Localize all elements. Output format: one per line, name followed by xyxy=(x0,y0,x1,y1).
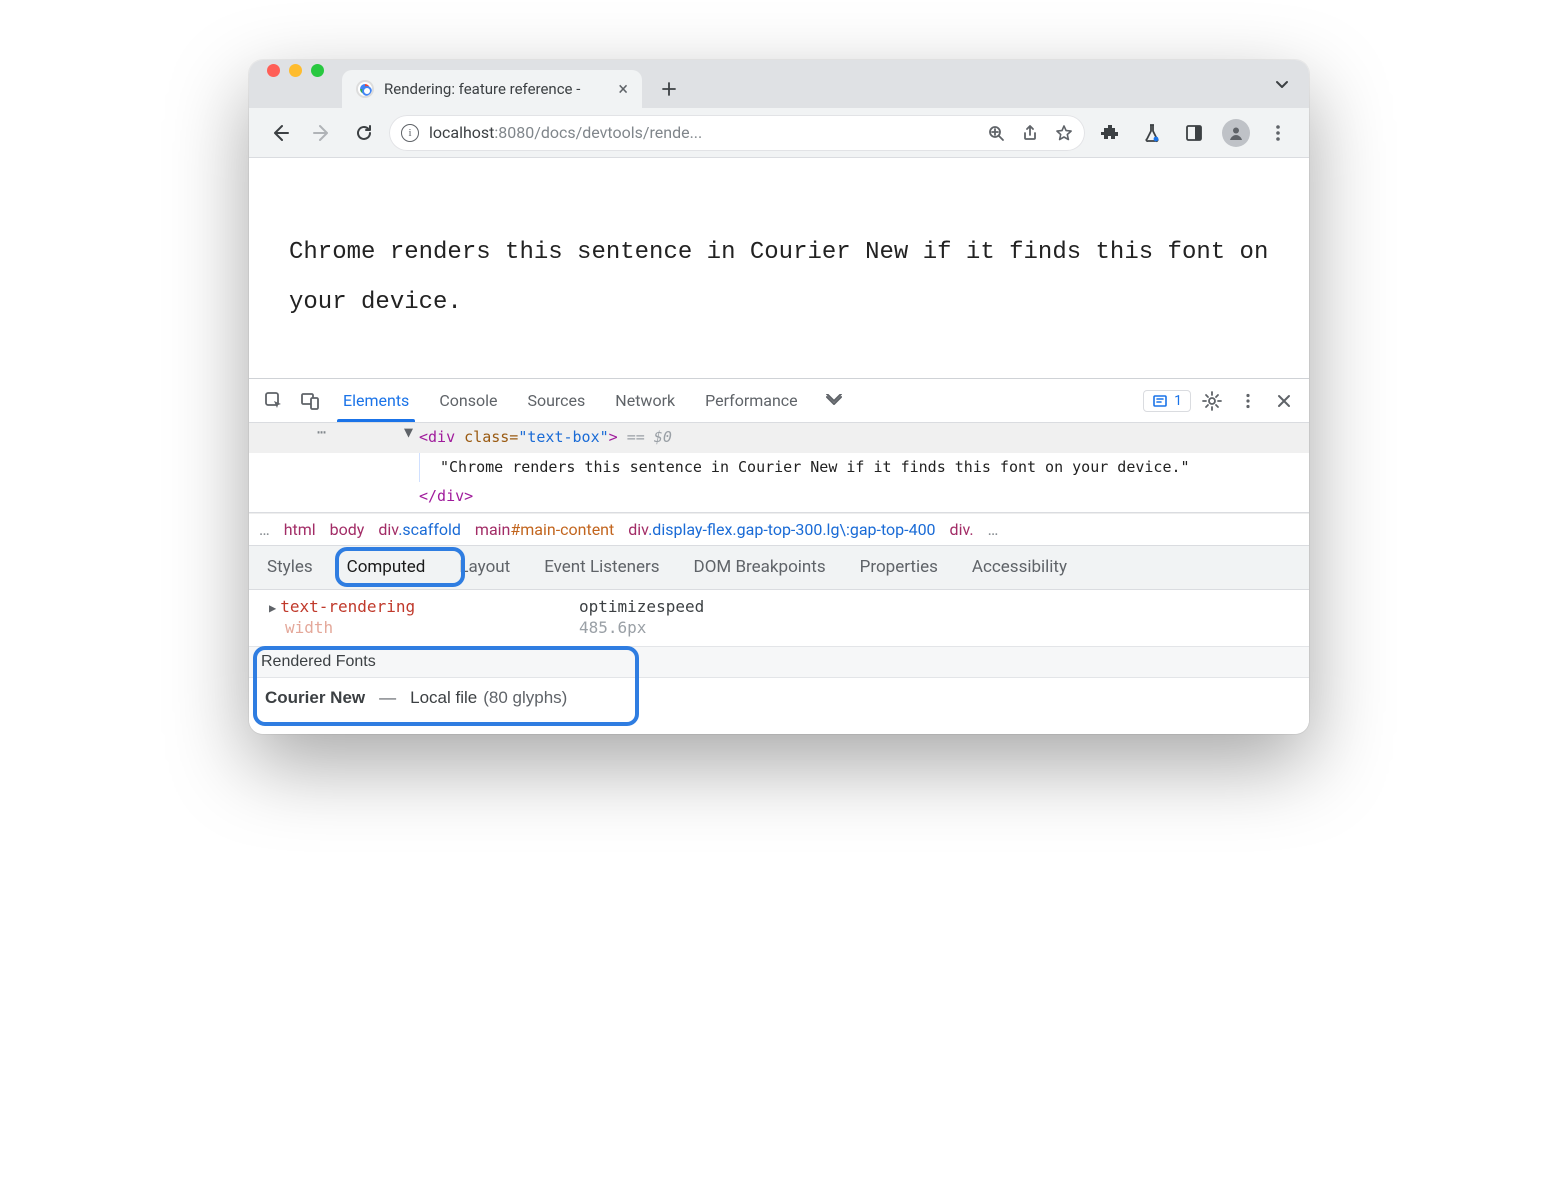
font-source: Local file xyxy=(410,688,477,708)
browser-window: Rendering: feature reference - × i local… xyxy=(249,60,1309,734)
url-host: localhost xyxy=(429,123,494,142)
issues-button[interactable]: 1 xyxy=(1143,390,1191,412)
tab-strip: Rendering: feature reference - × xyxy=(249,60,1309,108)
crumb-div-flex[interactable]: div.display-flex.gap-top-300.lg\:gap-top… xyxy=(628,520,935,539)
share-icon[interactable] xyxy=(1021,124,1039,142)
settings-icon[interactable] xyxy=(1197,386,1227,416)
styles-subtabs: Styles Computed Layout Event Listeners D… xyxy=(249,546,1309,590)
tab-console[interactable]: Console xyxy=(437,381,499,420)
close-tag: </div> xyxy=(419,487,473,505)
url-text: localhost:8080/docs/devtools/rende... xyxy=(429,123,977,142)
devtools-menu-icon[interactable] xyxy=(1233,386,1263,416)
avatar-icon xyxy=(1222,119,1250,147)
computed-row[interactable]: ▶ text-rendering optimizespeed xyxy=(249,596,1309,617)
crumb-html[interactable]: html xyxy=(284,520,316,539)
devtools: Elements Console Sources Network Perform… xyxy=(249,378,1309,734)
dash: — xyxy=(379,688,396,708)
tabs-menu-icon[interactable] xyxy=(1273,75,1291,93)
close-window-icon[interactable] xyxy=(267,64,280,77)
browser-menu-icon[interactable] xyxy=(1261,116,1295,150)
tab-network[interactable]: Network xyxy=(613,381,677,420)
issues-count: 1 xyxy=(1174,393,1182,409)
tab-title: Rendering: feature reference - xyxy=(384,80,580,98)
tab-performance[interactable]: Performance xyxy=(703,381,800,420)
dom-node-selected[interactable]: ⋯▼ <div class="text-box"> == $0 xyxy=(249,423,1309,453)
forward-button[interactable] xyxy=(305,116,339,150)
dom-text-node[interactable]: "Chrome renders this sentence in Courier… xyxy=(249,453,1309,483)
prop-name: text-rendering xyxy=(280,597,415,616)
crumb-ellipsis-right[interactable]: … xyxy=(988,520,999,539)
subtab-event-listeners[interactable]: Event Listeners xyxy=(540,549,663,585)
window-controls xyxy=(259,60,324,94)
subtab-properties[interactable]: Properties xyxy=(856,549,942,585)
new-tab-button[interactable] xyxy=(654,74,684,104)
ellipsis-icon[interactable]: ⋯ xyxy=(309,423,326,441)
subtab-layout[interactable]: Layout xyxy=(455,549,514,585)
inspect-icon[interactable] xyxy=(259,386,289,416)
toolbar: i localhost:8080/docs/devtools/rende... xyxy=(249,108,1309,158)
font-glyphs: (80 glyphs) xyxy=(483,688,567,708)
attr-value: "text-box" xyxy=(518,428,608,446)
disclosure-triangle-icon[interactable]: ▶ xyxy=(269,601,276,615)
extensions-icon[interactable] xyxy=(1093,116,1127,150)
page-text: Chrome renders this sentence in Courier … xyxy=(289,228,1269,329)
subtab-computed[interactable]: Computed xyxy=(343,549,430,585)
device-toggle-icon[interactable] xyxy=(295,386,325,416)
subtab-styles[interactable]: Styles xyxy=(263,549,317,585)
tab-sources[interactable]: Sources xyxy=(525,381,587,420)
maximize-window-icon[interactable] xyxy=(311,64,324,77)
elements-panel[interactable]: ⋯▼ <div class="text-box"> == $0 "Chrome … xyxy=(249,423,1309,513)
url-port: :8080 xyxy=(494,123,534,142)
subtab-dom-breakpoints[interactable]: DOM Breakpoints xyxy=(690,549,830,585)
crumb-body[interactable]: body xyxy=(330,520,365,539)
tab-close-icon[interactable]: × xyxy=(618,79,628,100)
prop-value: optimizespeed xyxy=(579,597,704,616)
computed-panel: ▶ text-rendering optimizespeed width 485.… xyxy=(249,590,1309,734)
reload-button[interactable] xyxy=(347,116,381,150)
computed-row[interactable]: width 485.6px xyxy=(249,617,1309,638)
zoom-icon[interactable] xyxy=(987,124,1005,142)
subtab-accessibility[interactable]: Accessibility xyxy=(968,549,1071,585)
back-button[interactable] xyxy=(263,116,297,150)
profile-button[interactable] xyxy=(1219,116,1253,150)
devtools-toolbar: Elements Console Sources Network Perform… xyxy=(249,379,1309,423)
devtools-close-icon[interactable] xyxy=(1269,386,1299,416)
dom-close-tag[interactable]: </div> xyxy=(249,482,1309,512)
crumb-ellipsis-left[interactable]: … xyxy=(259,520,270,539)
devtools-tabs: Elements Console Sources Network Perform… xyxy=(341,381,800,420)
sidepanel-icon[interactable] xyxy=(1177,116,1211,150)
crumb-div-scaffold[interactable]: div.scaffold xyxy=(378,520,461,539)
dom-breadcrumb[interactable]: … html body div.scaffold main#main-conte… xyxy=(249,513,1309,546)
selection-hint: == $0 xyxy=(627,428,672,446)
minimize-window-icon[interactable] xyxy=(289,64,302,77)
open-tag: <div xyxy=(419,428,464,446)
labs-icon[interactable] xyxy=(1135,116,1169,150)
rendered-fonts-section: Rendered Fonts Courier New — Local file … xyxy=(249,646,1309,734)
page-content: Chrome renders this sentence in Courier … xyxy=(249,158,1309,378)
prop-value: 485.6px xyxy=(579,618,646,637)
font-name: Courier New xyxy=(265,688,365,708)
more-tabs-icon[interactable] xyxy=(826,394,844,408)
address-bar[interactable]: i localhost:8080/docs/devtools/rende... xyxy=(389,115,1085,151)
tab-elements[interactable]: Elements xyxy=(341,381,411,420)
bookmark-icon[interactable] xyxy=(1055,124,1073,142)
rendered-fonts-header: Rendered Fonts xyxy=(249,646,1309,678)
rendered-font-item: Courier New — Local file (80 glyphs) xyxy=(249,678,1309,716)
attr-name: class= xyxy=(464,428,518,446)
dom-text: "Chrome renders this sentence in Courier… xyxy=(440,458,1190,476)
crumb-main[interactable]: main#main-content xyxy=(475,520,614,539)
browser-tab[interactable]: Rendering: feature reference - × xyxy=(342,70,642,108)
crumb-div-last[interactable]: div. xyxy=(950,520,974,539)
url-path: /docs/devtools/rende... xyxy=(534,123,702,142)
site-info-icon[interactable]: i xyxy=(401,124,419,142)
open-tag-end: > xyxy=(609,428,618,446)
chrome-favicon-icon xyxy=(356,80,374,98)
prop-name: width xyxy=(285,618,333,637)
